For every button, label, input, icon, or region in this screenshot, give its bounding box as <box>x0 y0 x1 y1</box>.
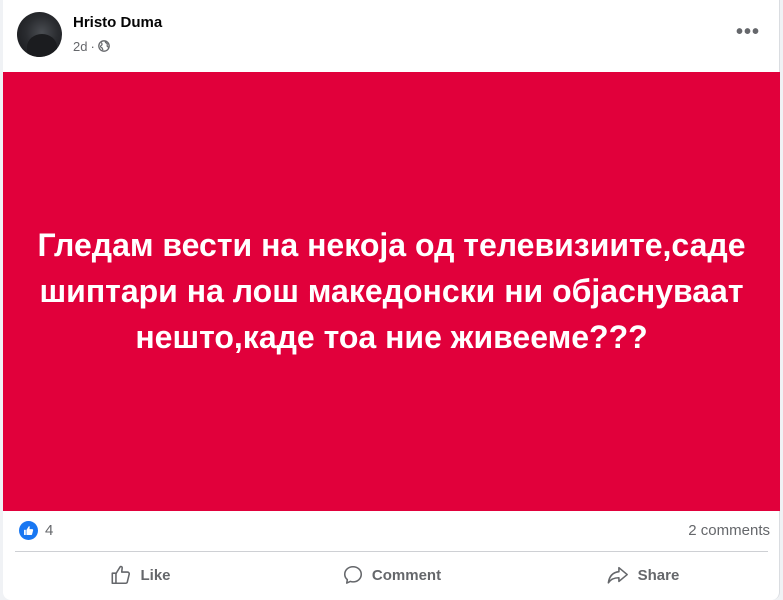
post-meta: 2d · <box>73 38 110 54</box>
reaction-count[interactable]: 4 <box>45 522 53 539</box>
post-stats: 4 2 comments <box>3 511 780 551</box>
post-background-banner: Гледам вести на некоја од телевизиите,са… <box>3 72 780 511</box>
post-header: Hristo Duma 2d · ••• <box>3 0 780 72</box>
meta-separator: · <box>90 38 95 54</box>
post-card: Hristo Duma 2d · ••• Гледам вести на нек… <box>3 0 780 600</box>
thumbs-up-icon <box>111 565 131 585</box>
like-label: Like <box>140 566 171 584</box>
share-button[interactable]: Share <box>517 553 768 597</box>
avatar[interactable] <box>17 12 62 57</box>
like-button[interactable]: Like <box>15 553 266 597</box>
comment-bubble-icon <box>343 565 362 584</box>
post-time[interactable]: 2d <box>73 39 87 54</box>
more-options-button[interactable]: ••• <box>730 18 766 54</box>
action-bar: Like Comment Share <box>15 553 768 597</box>
like-reaction-icon[interactable] <box>19 521 38 540</box>
author-name[interactable]: Hristo Duma <box>73 14 162 31</box>
avatar-silhouette <box>27 34 57 57</box>
post-body-text: Гледам вести на некоја од телевизиите,са… <box>37 226 746 355</box>
more-horizontal-icon: ••• <box>735 21 760 43</box>
comments-count-link[interactable]: 2 comments <box>688 522 770 539</box>
share-label: Share <box>637 566 680 584</box>
comment-label: Comment <box>371 566 442 584</box>
action-divider <box>15 551 768 552</box>
share-arrow-icon <box>607 566 628 584</box>
globe-icon[interactable] <box>97 40 110 52</box>
comment-button[interactable]: Comment <box>266 553 517 597</box>
